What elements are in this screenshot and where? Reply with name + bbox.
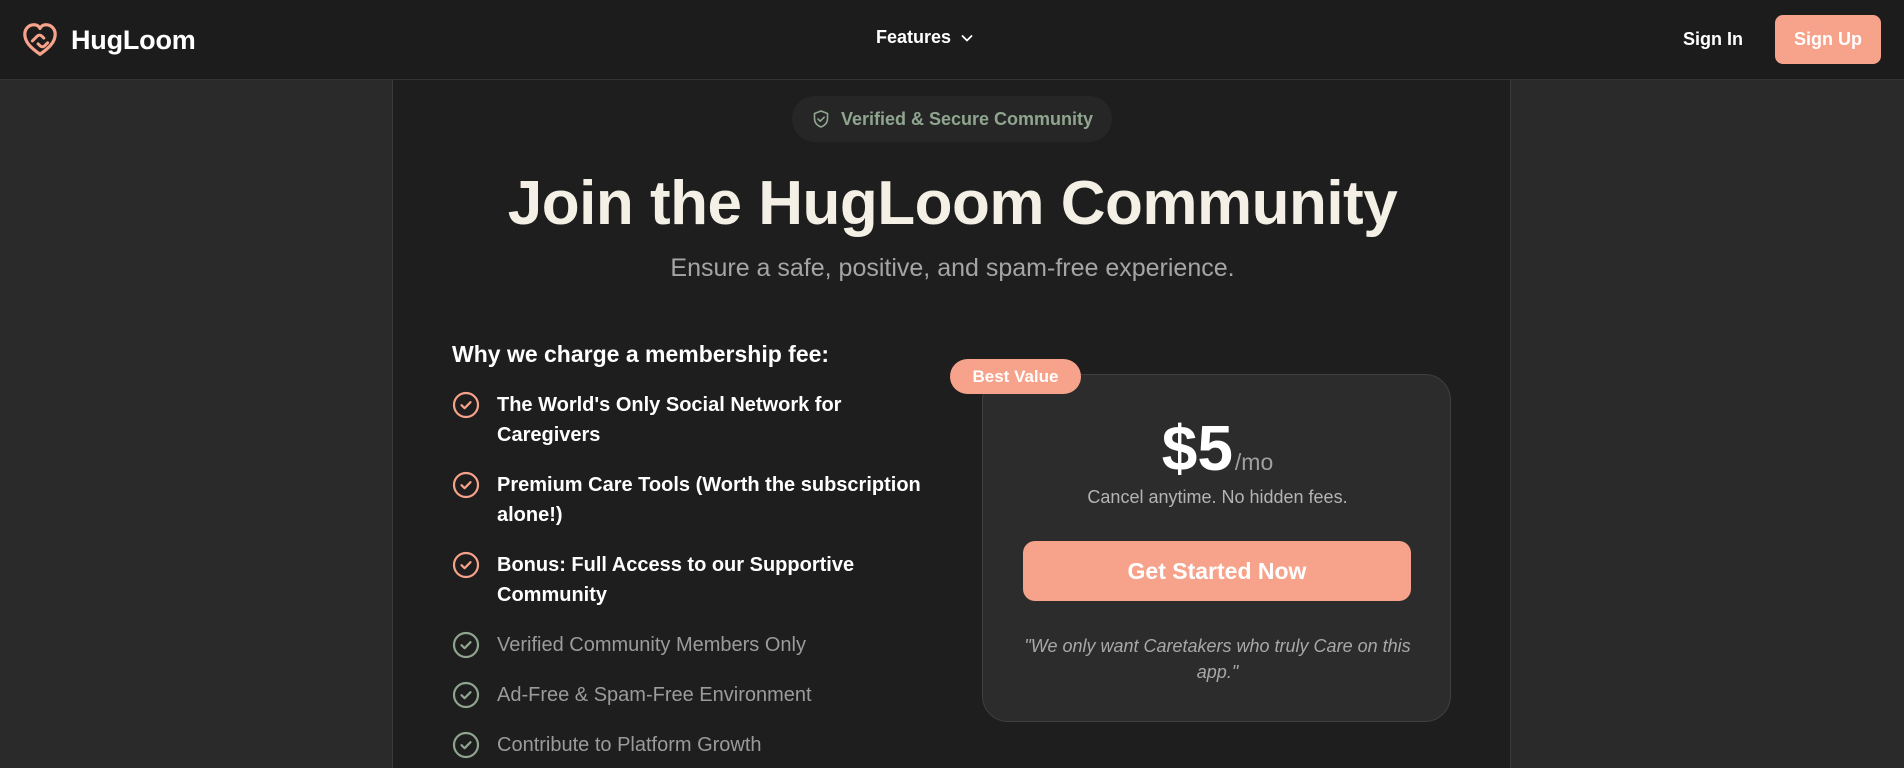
testimonial-quote: "We only want Caretakers who truly Care … [1024, 636, 1411, 682]
shield-check-icon [813, 110, 829, 128]
benefit-label: The World's Only Social Network for Care… [497, 394, 842, 446]
benefit-item: Bonus: Full Access to our Supportive Com… [452, 550, 932, 610]
join-panel: Verified & Secure Community Join the Hug… [392, 80, 1511, 768]
cancel-note: Cancel anytime. No hidden fees. [1087, 487, 1348, 507]
benefit-label: Verified Community Members Only [497, 634, 806, 656]
check-circle-icon [452, 551, 480, 579]
verified-badge: Verified & Secure Community [792, 96, 1112, 142]
benefit-list: The World's Only Social Network for Care… [452, 390, 932, 768]
top-navbar: HugLoom Features Sign In Sign Up [0, 0, 1904, 80]
benefit-item: Ad-Free & Spam-Free Environment [452, 680, 932, 710]
brand-name: HugLoom [71, 24, 196, 55]
fee-reasons-heading: Why we charge a membership fee: [452, 341, 830, 367]
page-title: Join the HugLoom Community [507, 169, 1398, 238]
page-subtitle: Ensure a safe, positive, and spam-free e… [670, 254, 1235, 282]
benefit-label: Contribute to Platform Growth [497, 734, 762, 756]
check-circle-icon [452, 631, 480, 659]
benefit-item: Premium Care Tools (Worth the subscripti… [452, 470, 932, 530]
sign-in-link[interactable]: Sign In [1683, 29, 1743, 50]
chevron-down-icon [961, 34, 973, 41]
heart-link-icon [23, 23, 57, 56]
benefit-label: Ad-Free & Spam-Free Environment [497, 684, 812, 706]
price-row: $5 /mo [983, 411, 1452, 485]
benefit-item: Contribute to Platform Growth [452, 730, 932, 760]
price-period: /mo [1234, 449, 1274, 475]
benefit-item: Verified Community Members Only [452, 630, 932, 660]
price-amount: $5 [1161, 412, 1233, 484]
features-menu-button[interactable]: Features [876, 27, 975, 48]
brand-logo[interactable]: HugLoom [21, 20, 196, 60]
benefit-item: The World's Only Social Network for Care… [452, 390, 932, 450]
benefit-label: Bonus: Full Access to our Supportive Com… [497, 554, 855, 606]
get-started-button[interactable]: Get Started Now [1023, 541, 1411, 601]
sign-up-button[interactable]: Sign Up [1775, 15, 1881, 64]
features-label: Features [876, 27, 952, 47]
best-value-badge: Best Value [950, 359, 1081, 394]
check-circle-icon [452, 471, 480, 499]
benefit-label: Premium Care Tools (Worth the subscripti… [497, 474, 921, 526]
check-circle-icon [452, 731, 480, 759]
verified-badge-label: Verified & Secure Community [840, 108, 1094, 129]
pricing-card: $5 /mo Cancel anytime. No hidden fees. G… [982, 374, 1451, 722]
check-circle-icon [452, 681, 480, 709]
check-circle-icon [452, 391, 480, 419]
